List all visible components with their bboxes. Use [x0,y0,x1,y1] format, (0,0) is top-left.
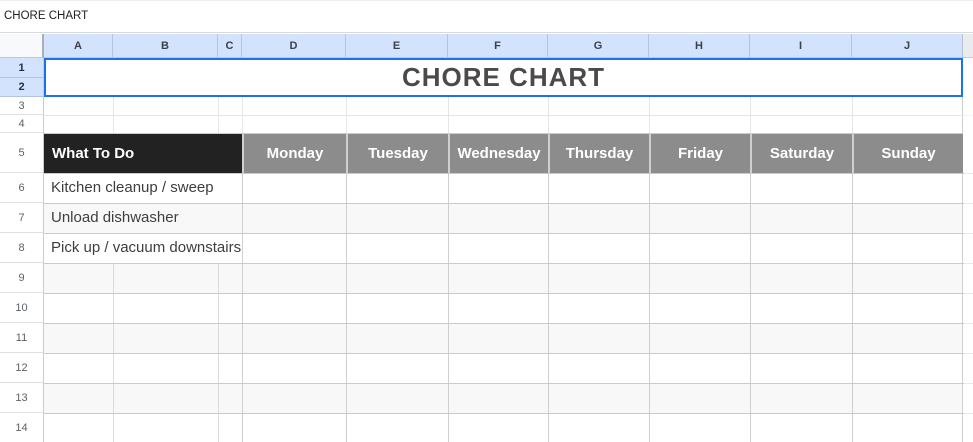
row-header-7[interactable]: 7 [0,203,44,233]
gridline-h [44,263,973,264]
column-header-h[interactable]: H [649,34,750,58]
row-banding [44,383,963,413]
chore-cell[interactable]: Kitchen cleanup / sweep [44,173,242,203]
row-banding [44,263,963,293]
chore-cell[interactable]: Unload dishwasher [44,203,242,233]
row-banding [44,323,963,353]
gridline-v [346,173,347,442]
gridline-v [548,173,549,442]
day-header-sunday[interactable]: Sunday [852,134,963,173]
row-header-8[interactable]: 8 [0,233,44,263]
column-header-g[interactable]: G [548,34,649,58]
row-header-6[interactable]: 6 [0,173,44,203]
day-header-tuesday[interactable]: Tuesday [346,134,448,173]
gridline-h [44,323,973,324]
what-to-do-cell[interactable]: What To Do [44,134,242,173]
document-title: CHORE CHART [4,10,89,22]
column-header-f[interactable]: F [448,34,548,58]
chore-cell[interactable]: Pick up / vacuum downstairs [44,233,242,263]
column-header-i[interactable]: I [750,34,852,58]
column-header-j[interactable]: J [852,34,963,58]
title-cell-text: CHORE CHART [401,62,606,92]
column-header-b[interactable]: B [113,34,218,58]
column-header-a[interactable]: A [44,34,113,58]
column-header-e[interactable]: E [346,34,448,58]
day-header-monday[interactable]: Monday [242,134,346,173]
column-header-c[interactable]: C [218,34,242,58]
gridline-h [44,413,973,414]
row-header-12[interactable]: 12 [0,353,44,383]
table-header-row: What To Do Monday Tuesday Wednesday Thur… [44,133,963,173]
header-overflow [963,34,973,58]
row-header-1[interactable]: 1 [0,58,44,78]
column-header-d[interactable]: D [242,34,346,58]
row-header-4[interactable]: 4 [0,115,44,133]
row-header-10[interactable]: 10 [0,293,44,323]
gridline-h [44,353,973,354]
day-header-saturday[interactable]: Saturday [750,134,852,173]
gridline-h [44,293,973,294]
gridline-h [44,115,973,116]
gridline-v [242,173,243,442]
top-bar: CHORE CHART [0,1,973,33]
title-cell[interactable]: CHORE CHART [44,58,963,97]
row-header-14[interactable]: 14 [0,413,44,442]
day-header-thursday[interactable]: Thursday [548,134,649,173]
row-header-5[interactable]: 5 [0,133,44,173]
row-header-13[interactable]: 13 [0,383,44,413]
row-header-9[interactable]: 9 [0,263,44,293]
spreadsheet-view: CHORE CHART CHORE CHART What To Do Monda… [0,0,973,442]
row-header-11[interactable]: 11 [0,323,44,353]
select-all-corner[interactable] [0,34,44,58]
gridline-v [448,173,449,442]
day-header-wednesday[interactable]: Wednesday [448,134,548,173]
row-header-2[interactable]: 2 [0,78,44,97]
gridline-v [750,173,751,442]
day-header-friday[interactable]: Friday [649,134,750,173]
gridline-v [649,173,650,442]
gridline-h [44,383,973,384]
past-last-column-area [964,97,973,442]
gridline-v [852,173,853,442]
row-header-3[interactable]: 3 [0,97,44,115]
